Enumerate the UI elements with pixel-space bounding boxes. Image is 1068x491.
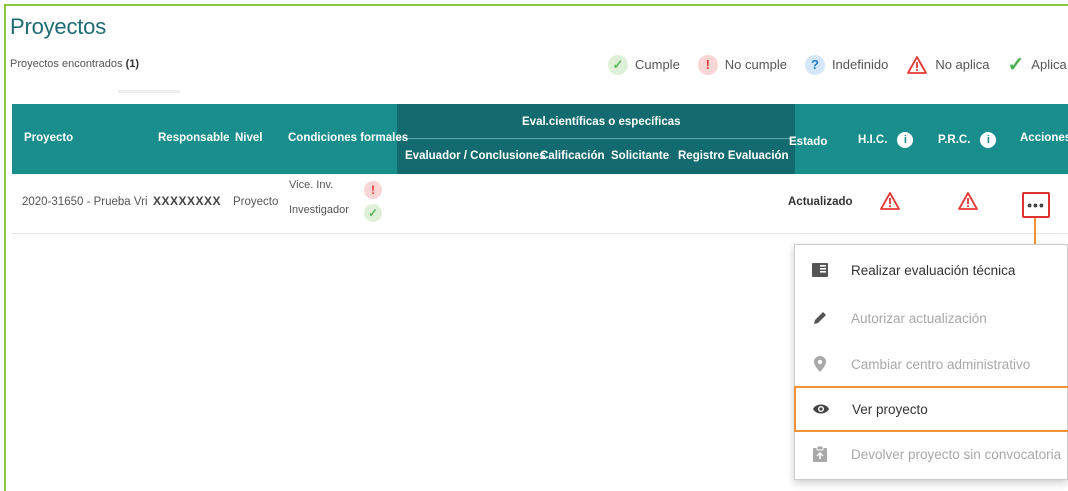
col-eval-group: Eval.científicas o específicas xyxy=(522,116,681,128)
info-icon[interactable]: i xyxy=(897,132,914,148)
menu-item-cambiar-centro[interactable]: Cambiar centro administrativo xyxy=(795,341,1068,387)
exclamation-circle-icon: ! xyxy=(697,54,718,75)
checkmark-icon: ✓ xyxy=(1007,54,1025,76)
clipboard-icon xyxy=(811,445,829,463)
page-title: Proyectos xyxy=(10,14,107,39)
col-prc[interactable]: P.R.C. i xyxy=(938,132,997,148)
exclamation-circle-icon: ! xyxy=(364,181,382,199)
results-count-value: (1) xyxy=(125,58,140,70)
legend-item-no-aplica: No aplica xyxy=(906,55,990,75)
col-proyecto[interactable]: Proyecto xyxy=(24,132,73,144)
warning-triangle-icon xyxy=(880,192,900,213)
info-icon[interactable]: i xyxy=(980,132,997,148)
cell-condicion-investigador: Investigador xyxy=(289,204,349,216)
cell-proyecto[interactable]: 2020-31650 - Prueba Vri xyxy=(22,196,148,208)
menu-item-devolver-proyecto[interactable]: Devolver proyecto sin convocatoria xyxy=(795,431,1068,477)
legend-item-indefinido: ? Indefinido xyxy=(804,54,888,75)
legend-item-aplica: ✓ Aplica xyxy=(1007,54,1067,76)
book-icon xyxy=(811,261,829,279)
cell-condicion-vice: Vice. Inv. xyxy=(289,179,334,191)
pencil-icon xyxy=(811,309,829,327)
results-count: Proyectos encontrados (1) xyxy=(10,58,139,70)
check-circle-icon: ✓ xyxy=(608,54,628,75)
col-calificacion[interactable]: Calificación xyxy=(540,150,605,162)
menu-item-autorizar-actualizacion[interactable]: Autorizar actualización xyxy=(795,295,1068,341)
status-legend: ✓ Cumple ! No cumple ? Indefinido No apl… xyxy=(608,52,1068,77)
col-condiciones[interactable]: Condiciones formales xyxy=(288,132,408,144)
col-responsable[interactable]: Responsable xyxy=(158,132,230,144)
legend-item-cumple: ✓ Cumple xyxy=(608,54,680,75)
cell-responsable: XXXXXXXX xyxy=(153,194,222,208)
question-circle-icon: ? xyxy=(804,54,825,75)
cell-estado: Actualizado xyxy=(788,196,853,208)
eye-icon xyxy=(812,400,830,418)
warning-triangle-icon xyxy=(906,55,928,75)
legend-item-no-cumple: ! No cumple xyxy=(697,54,787,75)
results-underline xyxy=(118,90,180,93)
col-nivel[interactable]: Nivel xyxy=(235,132,263,144)
col-acciones: Acciones xyxy=(1020,132,1068,144)
menu-item-realizar-evaluacion[interactable]: Realizar evaluación técnica xyxy=(795,247,1068,293)
col-solicitante[interactable]: Solicitante xyxy=(611,150,669,162)
table-row[interactable]: 2020-31650 - Prueba Vri XXXXXXXX Proyect… xyxy=(12,174,1068,234)
col-estado[interactable]: Estado xyxy=(789,136,827,148)
col-registro[interactable]: Registro Evaluación xyxy=(678,150,789,162)
check-circle-icon: ✓ xyxy=(364,204,382,222)
location-pin-icon xyxy=(811,355,829,373)
table-header: Proyecto Responsable Nivel Condiciones f… xyxy=(12,104,1068,174)
col-evaluador[interactable]: Evaluador / Conclusiones xyxy=(405,150,546,162)
actions-menu: Realizar evaluación técnica Autorizar ac… xyxy=(794,244,1068,480)
eval-header-group xyxy=(397,104,795,174)
col-hic[interactable]: H.I.C. i xyxy=(858,132,914,148)
results-count-label: Proyectos encontrados xyxy=(10,58,123,70)
cell-nivel: Proyecto xyxy=(233,196,279,208)
menu-item-ver-proyecto[interactable]: Ver proyecto xyxy=(794,386,1068,432)
warning-triangle-icon xyxy=(958,192,978,213)
row-actions-button[interactable]: ••• xyxy=(1022,192,1050,218)
